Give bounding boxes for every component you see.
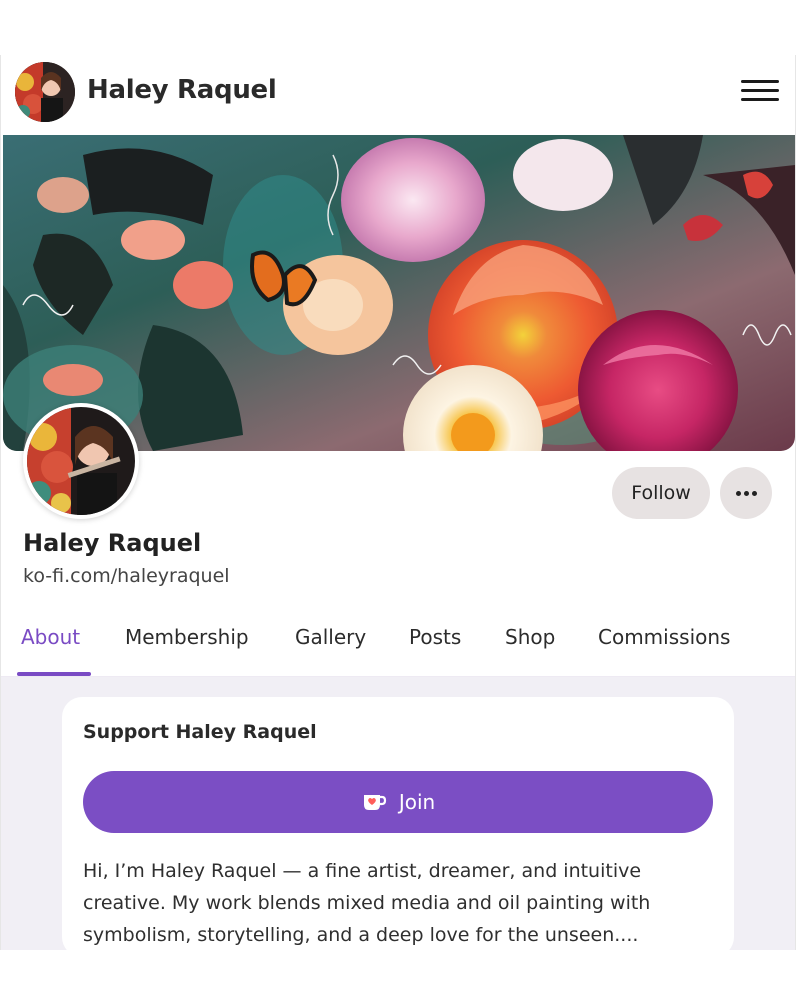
cover-banner: [3, 135, 795, 451]
join-button[interactable]: Join: [83, 771, 713, 833]
top-header: Haley Raquel: [1, 55, 795, 135]
tab-commissions[interactable]: Commissions: [598, 625, 730, 649]
profile-tabs: About Membership Gallery Posts Shop Comm…: [1, 611, 795, 677]
hamburger-menu-icon[interactable]: [739, 80, 781, 104]
profile-page: Haley Raquel Follow Haley Raquel ko-fi.c…: [0, 55, 796, 950]
ko-fi-cup-icon: [363, 795, 386, 810]
follow-button[interactable]: Follow: [612, 467, 710, 519]
profile-avatar[interactable]: [23, 403, 139, 519]
tab-gallery[interactable]: Gallery: [295, 625, 366, 649]
support-card: Support Haley Raquel Join Hi, I’m Haley …: [62, 697, 734, 950]
active-tab-indicator: [17, 672, 91, 676]
bio-text: Hi, I’m Haley Raquel — a fine artist, dr…: [83, 860, 651, 946]
header-avatar[interactable]: [15, 62, 75, 122]
tab-posts[interactable]: Posts: [409, 625, 461, 649]
more-dots-icon[interactable]: [720, 467, 772, 519]
join-label: Join: [398, 790, 436, 814]
about-content: Support Haley Raquel Join Hi, I’m Haley …: [1, 677, 795, 950]
tab-shop[interactable]: Shop: [505, 625, 555, 649]
profile-url[interactable]: ko-fi.com/haleyraquel: [23, 565, 230, 587]
profile-display-name: Haley Raquel: [23, 529, 202, 557]
header-title: Haley Raquel: [87, 75, 277, 105]
tab-membership[interactable]: Membership: [125, 625, 249, 649]
tab-about[interactable]: About: [21, 625, 80, 649]
support-title: Support Haley Raquel: [83, 721, 317, 743]
